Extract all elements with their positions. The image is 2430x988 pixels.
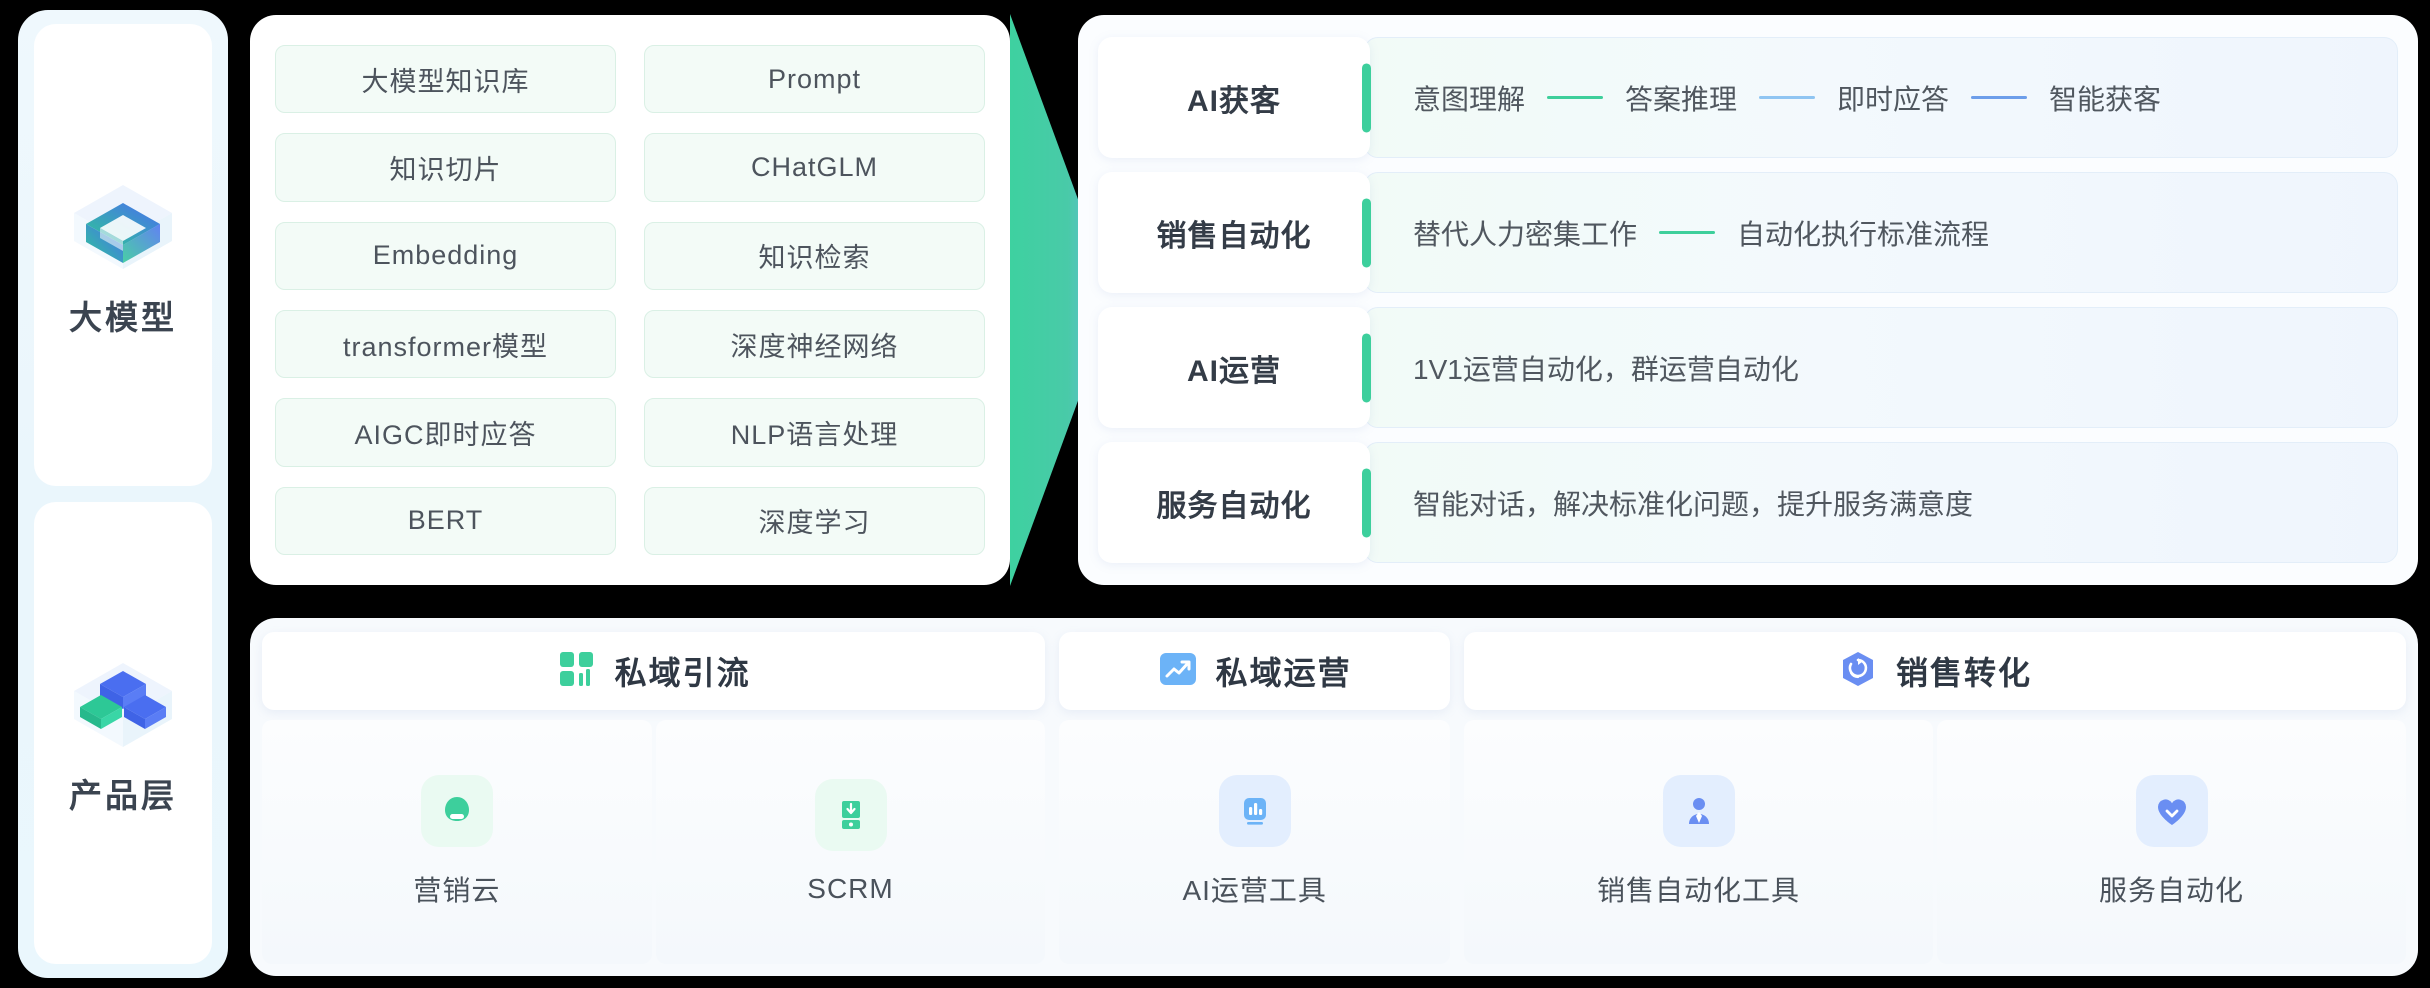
product-group-title: 销售转化 [1896,655,2033,691]
capability-name[interactable]: AI获客 [1098,37,1370,158]
capability-row: 销售自动化 替代人力密集工作 自动化执行标准流程 [1098,172,2398,293]
flow-step: 自动化执行标准流程 [1737,218,1990,250]
accent-bar [1362,332,1371,403]
product-panel: 私域引流 营销云 SCRM 私域运营 AI运营工具 销售转化 销售自动化工具 服… [250,618,2418,976]
capability-name[interactable]: 服务自动化 [1098,442,1370,563]
product-group: 私域运营 AI运营工具 [1059,632,1451,964]
heart-icon [2135,775,2208,847]
cube-layer-icon [68,171,178,281]
cube-sync-icon [1838,649,1878,694]
tech-tag[interactable]: transformer模型 [275,310,616,379]
tech-tag[interactable]: 深度神经网络 [644,310,985,379]
product-item[interactable]: AI运营工具 [1059,720,1451,964]
product-item[interactable]: 销售自动化工具 [1464,720,1934,964]
flow-connector [1659,231,1716,234]
person-tie-icon [1662,775,1735,847]
tech-tag[interactable]: CHatGLM [644,133,985,202]
product-group-header[interactable]: 销售转化 [1464,632,2406,710]
capability-row: AI获客 意图理解 答案推理 即时应答 智能获客 [1098,37,2398,158]
tech-tag[interactable]: NLP语言处理 [644,398,985,467]
sidebar-item-label: 产品层 [69,777,177,814]
product-group: 销售转化 销售自动化工具 服务自动化 [1464,632,2407,964]
flow-steps: 替代人力密集工作 自动化执行标准流程 [1413,213,1989,253]
tech-tag[interactable]: Prompt [644,45,985,114]
grid-blocks-icon [557,649,597,694]
capability-flow: 替代人力密集工作 自动化执行标准流程 [1362,172,2398,293]
tech-tag[interactable]: 知识切片 [275,133,616,202]
capability-flow: 智能对话，解决标准化问题，提升服务满意度 [1362,442,2398,563]
tech-tag[interactable]: 知识检索 [644,221,985,290]
bar-chart-icon [1218,775,1291,847]
product-items: 营销云 SCRM [262,720,1046,964]
tech-tag[interactable]: Embedding [275,221,616,290]
product-items: 销售自动化工具 服务自动化 [1464,720,2407,964]
flow-step: 意图理解 [1413,83,1526,115]
product-items: AI运营工具 [1059,720,1451,964]
accent-bar [1362,467,1371,538]
sidebar-item-label: 大模型 [69,299,177,336]
flow-step: 智能获客 [2049,83,2162,115]
flow-step: 答案推理 [1625,83,1738,115]
capability-row: 服务自动化 智能对话，解决标准化问题，提升服务满意度 [1098,442,2398,563]
product-item[interactable]: 服务自动化 [1937,720,2407,964]
accent-bar [1362,197,1371,268]
product-item-label: 服务自动化 [2099,875,2245,906]
flow-connector [1759,96,1816,99]
flow-steps: 1V1运营自动化，群运营自动化 [1413,348,1799,388]
capability-name[interactable]: 销售自动化 [1098,172,1370,293]
capability-flow: 1V1运营自动化，群运营自动化 [1362,307,2398,428]
sidebar-item-model-layer[interactable]: 大模型 [34,24,212,486]
product-item-label: 销售自动化工具 [1597,875,1801,906]
capability-name[interactable]: AI运营 [1098,307,1370,428]
tech-tag[interactable]: 深度学习 [644,486,985,555]
diagram-root: 大模型 产品层 大模型知识库 Prompt 知识切片 CHatGLM Embed… [0,0,2430,988]
product-group-title: 私域运营 [1215,655,1352,691]
tech-tag[interactable]: AIGC即时应答 [275,398,616,467]
tech-tag[interactable]: 大模型知识库 [275,45,616,114]
product-group-header[interactable]: 私域引流 [262,632,1046,710]
phone-download-icon [814,779,887,851]
accent-bar [1362,62,1371,133]
flow-steps: 意图理解 答案推理 即时应答 智能获客 [1413,78,2161,118]
flow-step: 替代人力密集工作 [1413,218,1638,250]
flow-step: 1V1运营自动化，群运营自动化 [1413,353,1799,385]
product-item[interactable]: SCRM [655,720,1046,964]
flow-steps: 智能对话，解决标准化问题，提升服务满意度 [1413,483,1973,523]
cloud-icon [420,775,493,847]
product-item-label: SCRM [807,873,894,904]
product-group: 私域引流 营销云 SCRM [262,632,1046,964]
sidebar-item-product-layer[interactable]: 产品层 [34,502,212,964]
flow-step: 智能对话，解决标准化问题，提升服务满意度 [1413,488,1974,520]
product-group-title: 私域引流 [614,655,751,691]
product-item[interactable]: 营销云 [262,720,652,964]
tech-tag[interactable]: BERT [275,486,616,555]
product-group-header[interactable]: 私域运营 [1059,632,1451,710]
capability-flow: 意图理解 答案推理 即时应答 智能获客 [1362,37,2398,158]
product-item-label: 营销云 [413,875,501,906]
trend-up-icon [1158,649,1198,694]
flow-connector [1547,96,1604,99]
layer-sidebar: 大模型 产品层 [18,10,228,978]
capability-panel: AI获客 意图理解 答案推理 即时应答 智能获客 销售自动化 替代人力密集工作 … [1078,15,2418,585]
flow-step: 即时应答 [1837,83,1950,115]
flow-connector [1971,96,2028,99]
cubes-stack-icon [68,649,178,759]
product-item-label: AI运营工具 [1182,875,1327,906]
tech-tag-panel: 大模型知识库 Prompt 知识切片 CHatGLM Embedding 知识检… [250,15,1010,585]
capability-row: AI运营 1V1运营自动化，群运营自动化 [1098,307,2398,428]
